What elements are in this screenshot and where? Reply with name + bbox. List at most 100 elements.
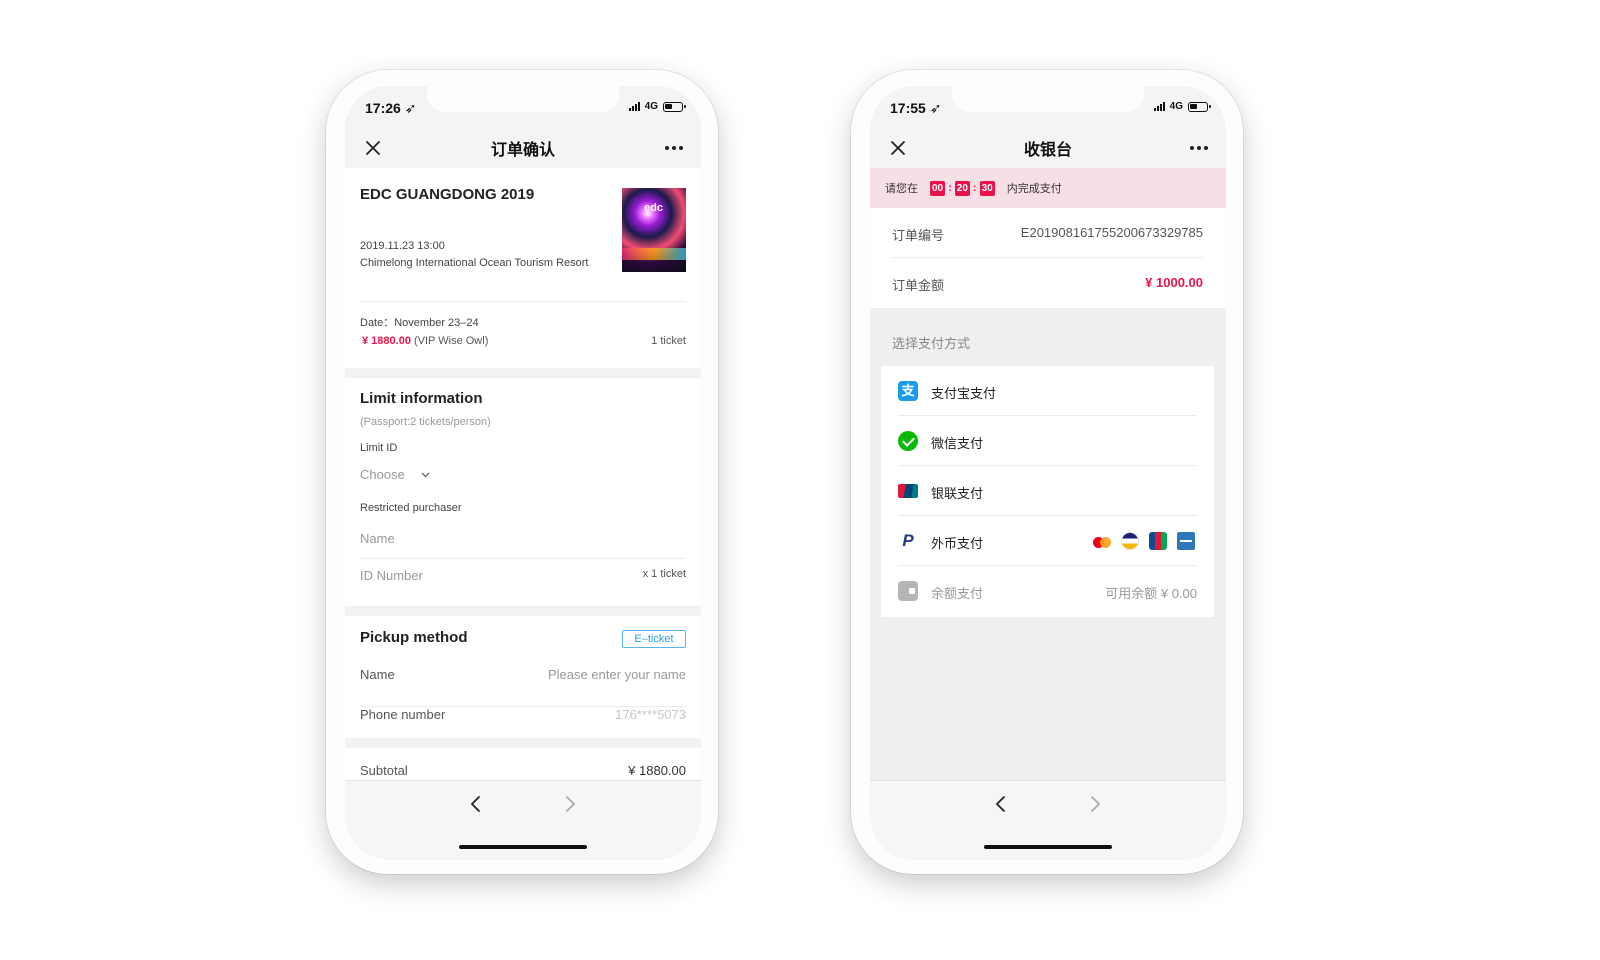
order-number-value: E20190816175520067332978​5: [1020, 225, 1203, 240]
countdown-suffix: 内完成支付: [1006, 183, 1062, 195]
status-time: 17:55 ➶: [890, 100, 942, 116]
ticket-info: Date：November 23–24 ¥ 1880.00 (VIP Wise …: [360, 302, 686, 368]
available-balance: 可用余额 ¥ 0.00: [1105, 586, 1197, 601]
order-summary: 订单编号 E20190816175520067332978​5 订单金额 ¥ 1…: [870, 208, 1226, 308]
order-amount-value: ¥ 1000.00: [1145, 275, 1203, 290]
pickup-name-field[interactable]: Name Please enter your name: [360, 667, 686, 707]
payment-method-alipay[interactable]: 支 支付宝支付: [898, 366, 1197, 416]
wallet-icon: [898, 581, 918, 601]
event-poster: edc: [622, 188, 686, 272]
jcb-icon: [1149, 532, 1167, 550]
page-title: 收银台: [1023, 142, 1072, 159]
subtotal-label: Subtotal: [360, 763, 408, 778]
id-number-field[interactable]: ID Number x 1 ticket: [360, 568, 686, 583]
payment-method-balance: 余额支付 可用余额 ¥ 0.00: [898, 566, 1197, 616]
home-indicator[interactable]: [459, 845, 587, 849]
event-summary: EDC GUANGDONG 2019 2019.11.23 13:00 Chim…: [360, 168, 686, 302]
paypal-icon: P: [902, 531, 914, 550]
browser-bottom-bar: [345, 780, 701, 860]
pickup-method-section: Pickup method E–ticket Name Please enter…: [360, 616, 686, 738]
event-venue: Chimelong International Ocean Tourism Re…: [360, 257, 589, 269]
purchaser-name-field[interactable]: Name: [360, 523, 686, 559]
status-indicators: 4G: [628, 101, 686, 112]
nav-bar: 收银台: [870, 128, 1226, 168]
wechat-pay-icon: [898, 431, 918, 451]
pickup-title: Pickup method: [360, 629, 468, 646]
card-brands: [1093, 532, 1195, 550]
order-amount-label: 订单金额: [892, 278, 945, 293]
limit-title: Limit information: [360, 390, 483, 407]
home-indicator[interactable]: [984, 845, 1112, 849]
ticket-price-line: ¥ 1880.00 (VIP Wise Owl): [362, 335, 488, 347]
back-arrow-icon[interactable]: [469, 795, 483, 813]
payment-method-label: 银联支付: [931, 486, 984, 501]
ticket-date: Date：November 23–24: [360, 317, 479, 329]
nav-bar: 订单确认: [345, 128, 701, 168]
screen: 17:26 ➶ 4G 订单确认 EDC GUANGDONG 2019 2019.…: [345, 86, 701, 860]
pickup-name-placeholder: Please enter your name: [547, 667, 686, 682]
section-divider: [345, 606, 701, 616]
countdown-prefix: 请您在: [885, 183, 918, 195]
ticket-type: (VIP Wise Owl): [414, 335, 489, 347]
payment-method-label: 外币支付: [931, 536, 984, 551]
network-label: 4G: [644, 101, 658, 112]
subtotal-value: ¥ 1880.00: [628, 763, 686, 778]
ticket-quantity: 1 ticket: [651, 335, 686, 347]
limit-id-label: Limit ID: [360, 442, 398, 454]
payment-method-wechat[interactable]: 微信支付: [898, 416, 1197, 466]
phone-checkout: 17:55 ➶ 4G 收银台 请您在 00 : 20 : 30 内完成支付 订单…: [851, 70, 1243, 874]
status-time: 17:26 ➶: [365, 100, 417, 116]
notch: [952, 86, 1144, 112]
page-title: 订单确认: [490, 142, 555, 159]
status-indicators: 4G: [1153, 101, 1211, 112]
pickup-phone-label: Phone number: [360, 707, 446, 722]
pickup-phone-value: 176****5073: [615, 707, 686, 722]
signal-icon: [628, 102, 640, 111]
ticket-price: ¥ 1880.00: [362, 335, 411, 347]
checkout-content: 请您在 00 : 20 : 30 内完成支付 订单编号 E20190816175…: [870, 168, 1226, 780]
pickup-phone-field[interactable]: Phone number 176****5073: [360, 707, 686, 747]
order-amount-row: 订单金额 ¥ 1000.00: [892, 258, 1203, 308]
section-divider: [345, 368, 701, 378]
close-icon[interactable]: [365, 140, 381, 156]
phone-order-confirmation: 17:26 ➶ 4G 订单确认 EDC GUANGDONG 2019 2019.…: [326, 70, 718, 874]
order-number-label: 订单编号: [892, 228, 945, 243]
screen: 17:55 ➶ 4G 收银台 请您在 00 : 20 : 30 内完成支付 订单…: [870, 86, 1226, 860]
payment-method-foreign-currency[interactable]: P 外币支付: [898, 516, 1197, 566]
id-number-label: ID Number: [360, 568, 423, 583]
alipay-icon: 支: [898, 381, 918, 401]
payment-method-label: 支付宝支付: [931, 386, 997, 401]
chevron-down-icon: [421, 472, 430, 477]
payment-method-unionpay[interactable]: 银联支付: [898, 466, 1197, 516]
forward-arrow-icon[interactable]: [1088, 795, 1102, 813]
limit-note: (Passport:2 tickets/person): [360, 416, 491, 428]
payment-countdown: 请您在 00 : 20 : 30 内完成支付: [870, 168, 1226, 208]
pickup-name-label: Name: [360, 667, 395, 682]
network-label: 4G: [1169, 101, 1183, 112]
back-arrow-icon[interactable]: [994, 795, 1008, 813]
unionpay-icon: [898, 484, 918, 498]
forward-arrow-icon[interactable]: [563, 795, 577, 813]
countdown-seconds: 30: [979, 180, 995, 196]
signal-icon: [1153, 102, 1165, 111]
order-number-row: 订单编号 E20190816175520067332978​5: [892, 208, 1203, 258]
battery-icon: [1188, 101, 1211, 112]
purchaser-label: Restricted purchaser: [360, 502, 462, 514]
countdown-separator: :: [948, 182, 952, 194]
payment-area: 选择支付方式 支 支付宝支付 微信支付 银联支付 P 外币支付 余额支付 可用余…: [870, 308, 1226, 780]
more-icon[interactable]: [665, 146, 683, 150]
payment-methods: 支 支付宝支付 微信支付 银联支付 P 外币支付 余额支付 可用余额 ¥ 0.0…: [881, 366, 1214, 617]
limit-id-select-value: Choose: [360, 467, 405, 482]
poster-logo: edc: [644, 202, 663, 214]
limit-id-select[interactable]: Choose: [360, 467, 430, 482]
order-content: EDC GUANGDONG 2019 2019.11.23 13:00 Chim…: [345, 168, 701, 792]
visa-icon: [1121, 532, 1139, 550]
limit-information-section: Limit information (Passport:2 tickets/pe…: [360, 378, 686, 606]
close-icon[interactable]: [890, 140, 906, 156]
countdown-minutes: 20: [954, 180, 970, 196]
payment-section-title: 选择支付方式: [892, 336, 971, 351]
eticket-badge[interactable]: E–ticket: [622, 630, 686, 648]
more-icon[interactable]: [1190, 146, 1208, 150]
id-number-count: x 1 ticket: [642, 568, 686, 580]
browser-bottom-bar: [870, 780, 1226, 860]
